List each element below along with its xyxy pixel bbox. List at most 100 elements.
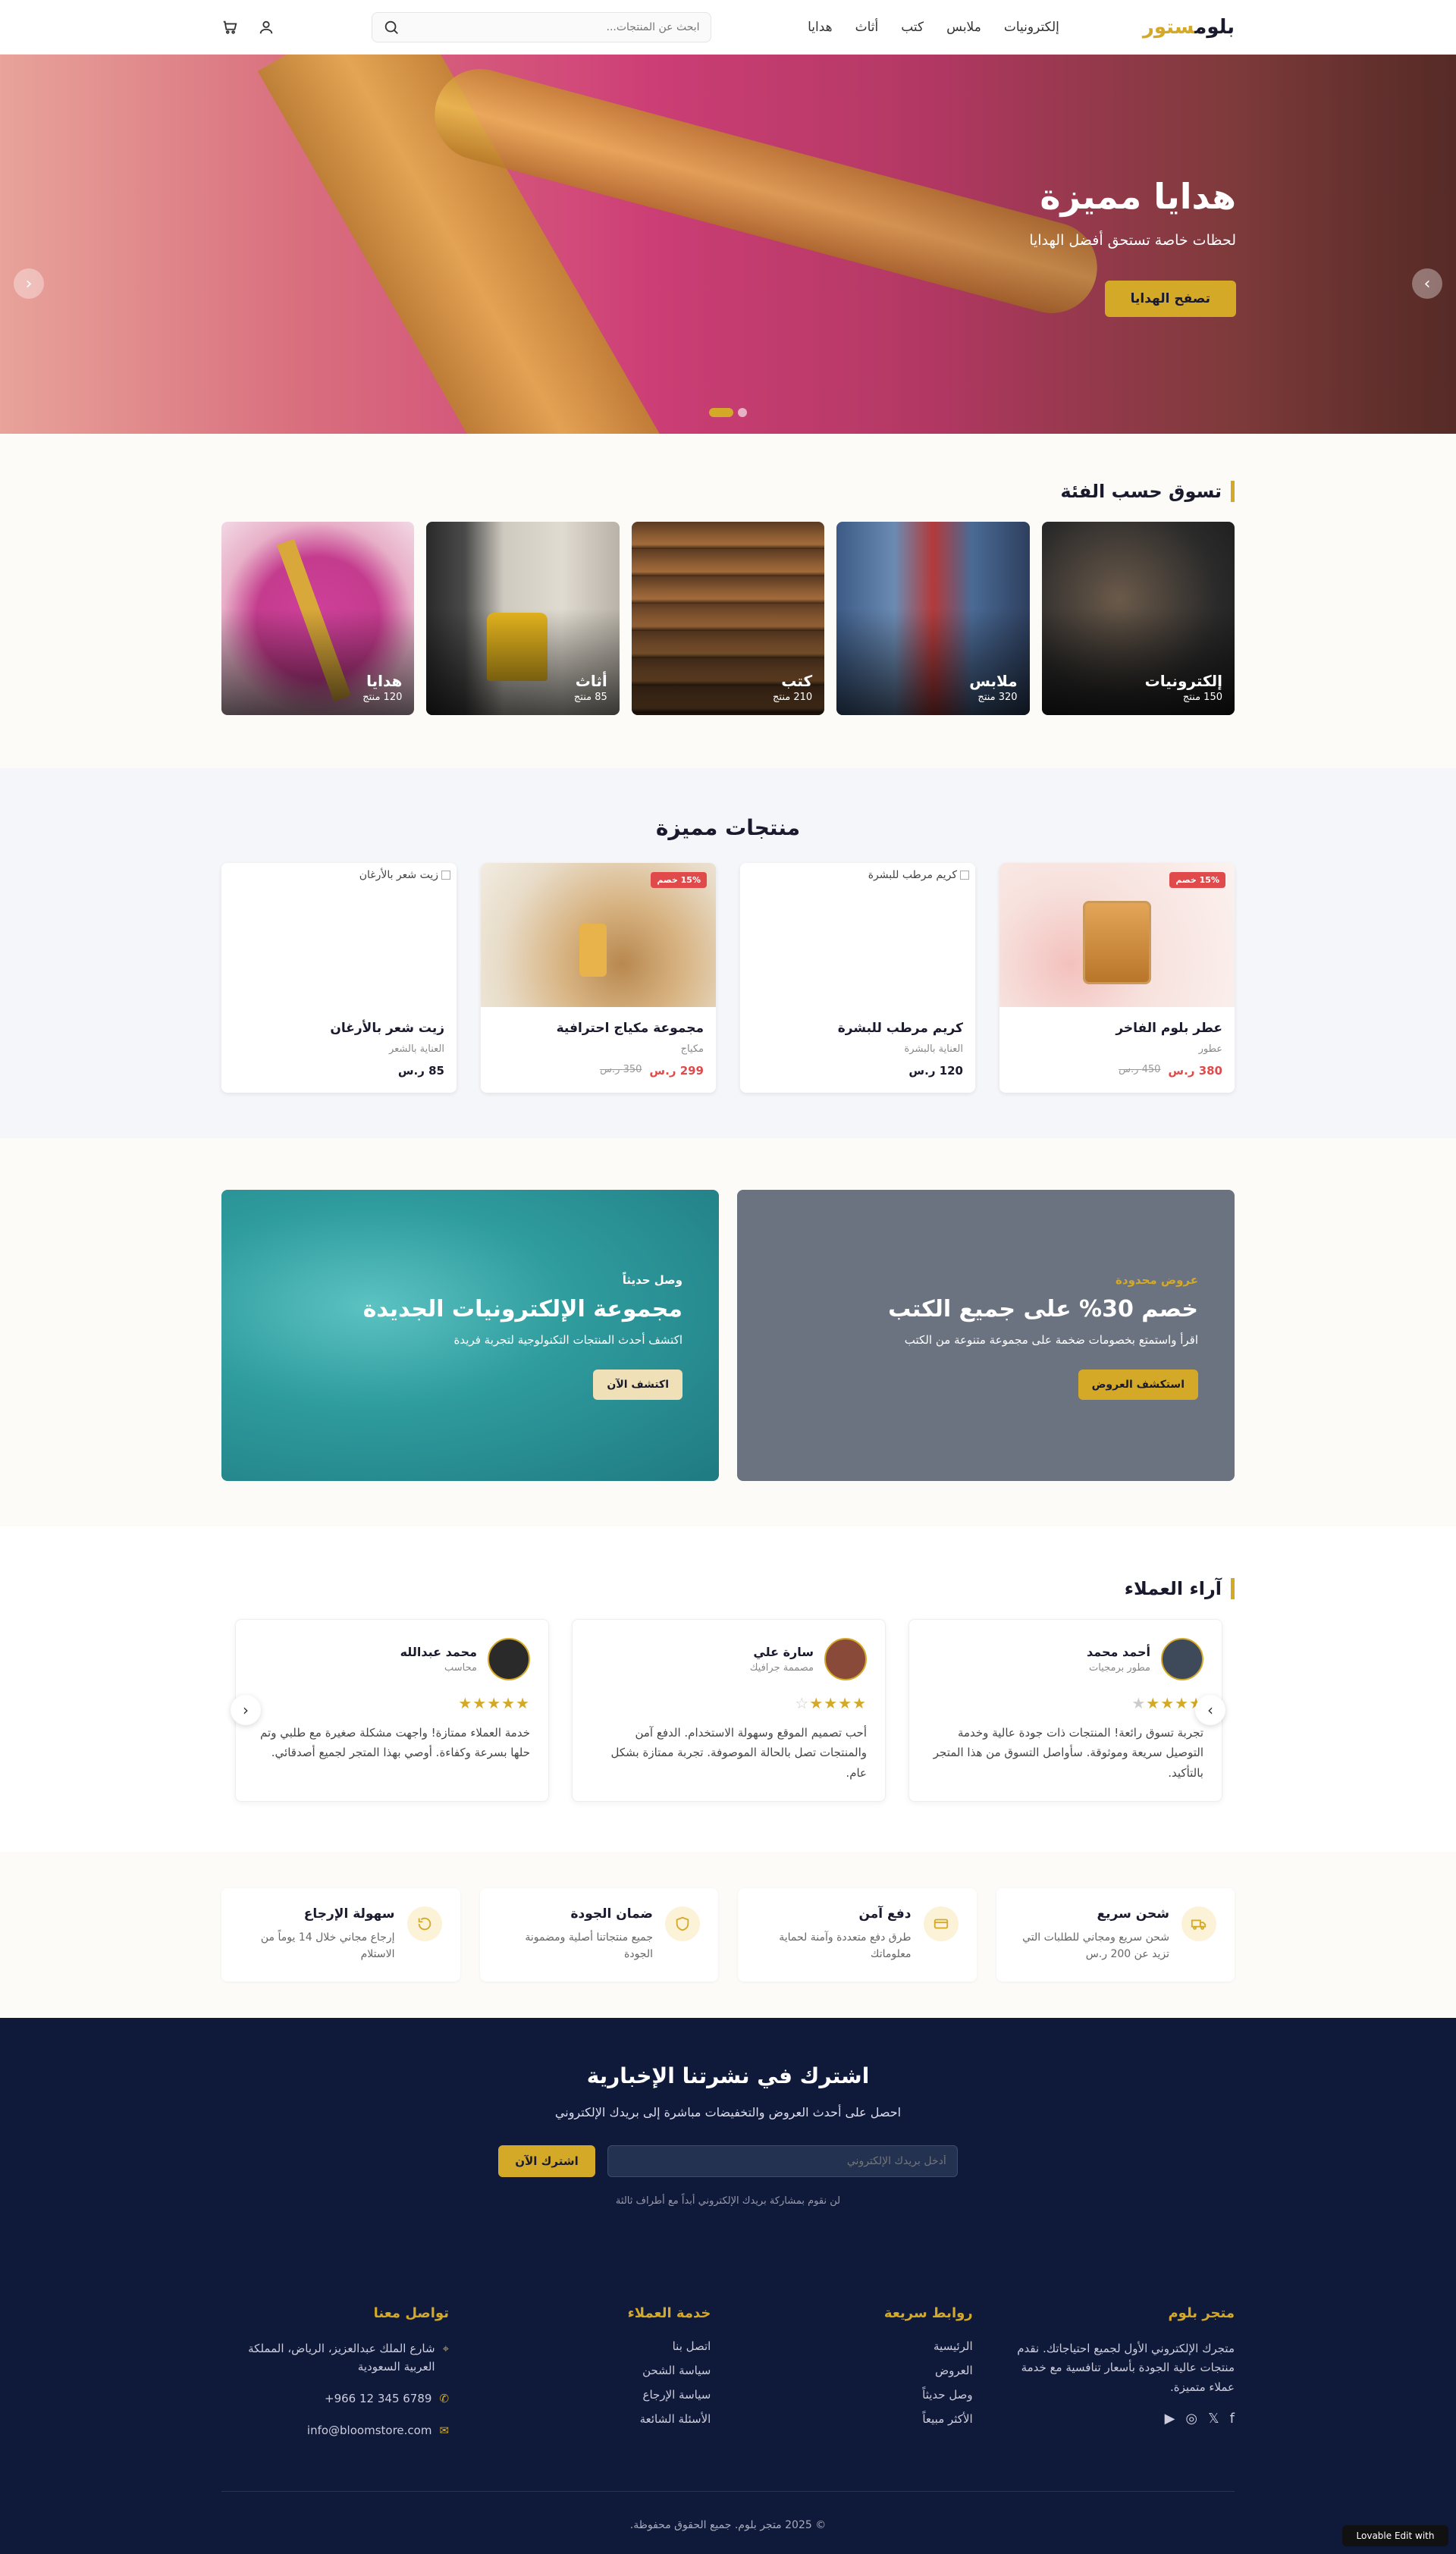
review-text: خدمة العملاء ممتازة! واجهت مشكلة صغيرة م… — [260, 1726, 530, 1760]
featured-products-section: منتجات مميزة 15% خصم عطر بلوم الفاخر عطو… — [0, 768, 1456, 1138]
footer-about: متجر بلوم متجرك الإلكتروني الأول لجميع ا… — [1007, 2305, 1235, 2453]
slide-dot-active[interactable] — [709, 408, 733, 417]
hero-content: هدايا مميزة لحظات خاصة تستحق أفضل الهداي… — [1029, 176, 1236, 317]
testimonial-card: سارة علي مصممة جرافيك ★★★★☆ أحب تصميم الم… — [572, 1619, 886, 1802]
card-icon — [923, 1906, 959, 1941]
site-logo[interactable]: بلومستور — [1143, 16, 1235, 39]
promo-electronics: وصل حديثاً مجموعة الإلكترونيات الجديدة ا… — [221, 1190, 719, 1481]
review-text: تجربة تسوق رائعة! المنتجات ذات جودة عالي… — [933, 1726, 1203, 1780]
product-category: مكياج — [680, 1043, 704, 1055]
testimonial-card: محمد عبدالله محاسب ★★★★★ خدمة العملاء ممت… — [235, 1619, 549, 1802]
category-card-gifts[interactable]: هدايا 120 منتج — [221, 522, 415, 715]
truck-icon — [1181, 1906, 1216, 1941]
promo-eyebrow: عروض محدودة — [1116, 1273, 1198, 1287]
feature-title: شحن سريع — [1097, 1906, 1169, 1922]
feature-card: سهولة الإرجاع إرجاع مجاني خلال 14 يوماً م… — [221, 1887, 460, 1981]
newsletter-subtitle: احصل على أحدث العروض والتخفيضات مباشرة إ… — [554, 2104, 902, 2119]
avatar — [488, 1638, 530, 1680]
footer-link-returns[interactable]: سياسة الإرجاع — [483, 2388, 711, 2402]
explore-offers-button[interactable]: استكشف العروض — [1078, 1370, 1198, 1400]
product-grid: 15% خصم عطر بلوم الفاخر عطور 380 ر.س 450 … — [221, 863, 1235, 1093]
promo-subtitle: اقرأ واستمتع بخصومات ضخمة على مجموعة متن… — [904, 1333, 1198, 1347]
email-field[interactable] — [607, 2145, 958, 2177]
feature-text: شحن سريع ومجاني للطلبات التي تزيد عن 200… — [1022, 1931, 1169, 1961]
nav-electronics[interactable]: إلكترونيات — [1004, 20, 1059, 35]
promo-eyebrow: وصل حديثاً — [622, 1273, 682, 1287]
prev-slide-button[interactable]: ‹ — [14, 268, 44, 299]
product-name[interactable]: عطر بلوم الفاخر — [1012, 1021, 1222, 1036]
product-card[interactable]: زيت شعر بالأرغان زيت شعر بالأرغان العناي… — [221, 863, 457, 1093]
cart-icon[interactable] — [221, 19, 238, 36]
footer-phone[interactable]: +966 12 345 6789 — [325, 2389, 431, 2408]
feature-title: دفع آمن — [858, 1906, 912, 1922]
footer-link-faq[interactable]: الأسئلة الشائعة — [483, 2412, 711, 2426]
social-links: f 𝕏 ◎ ▶ — [1007, 2411, 1235, 2427]
feature-card: دفع آمن طرق دفع متعددة وآمنة لحماية معلوم… — [738, 1887, 977, 1981]
product-name[interactable]: زيت شعر بالأرغان — [234, 1021, 444, 1036]
category-card-furniture[interactable]: أثاث 85 منتج — [426, 522, 620, 715]
product-card[interactable]: 15% خصم عطر بلوم الفاخر عطور 380 ر.س 450 … — [999, 863, 1235, 1093]
footer-link-new[interactable]: وصل حديثاً — [745, 2388, 973, 2402]
footer-link-bestsellers[interactable]: الأكثر مبيعاً — [745, 2412, 972, 2426]
category-card-electronics[interactable]: إلكترونيات 150 منتج — [1041, 522, 1235, 715]
subscribe-button[interactable]: اشترك الآن — [498, 2145, 595, 2177]
edit-with-lovable-badge[interactable]: Lovable Edit with — [1342, 2525, 1448, 2546]
category-name: أثاث — [575, 672, 607, 690]
promo-title: خصم 30% على جميع الكتب — [888, 1296, 1198, 1322]
category-name: إلكترونيات — [1144, 672, 1222, 690]
categories-section: تسوق حسب الفئة إلكترونيات 150 منتج ملابس 3… — [0, 434, 1456, 768]
product-card[interactable]: كريم مرطب للبشرة كريم مرطب للبشرة العناي… — [740, 863, 975, 1093]
footer-link-contact[interactable]: اتصل بنا — [483, 2339, 711, 2353]
nav-books[interactable]: كتب — [901, 20, 924, 35]
product-name[interactable]: كريم مرطب للبشرة — [752, 1021, 963, 1036]
product-image: 15% خصم — [481, 863, 716, 1007]
search-input[interactable] — [406, 21, 700, 33]
broken-image-icon — [441, 871, 450, 880]
chevron-left-icon: ‹ — [25, 274, 33, 293]
category-name: كتب — [781, 672, 813, 690]
footer-email[interactable]: info@bloomstore.com — [307, 2421, 432, 2439]
discount-badge: 15% خصم — [1169, 872, 1225, 888]
footer-title: متجر بلوم — [1168, 2305, 1235, 2321]
footer-about-text: متجرك الإلكتروني الأول لجميع احتياجاتك. … — [1017, 2341, 1235, 2394]
browse-gifts-button[interactable]: تصفح الهدايا — [1104, 281, 1236, 317]
slide-dot[interactable] — [738, 408, 747, 417]
nav-clothing[interactable]: ملابس — [946, 20, 981, 35]
product-name[interactable]: مجموعة مكياج احترافية — [493, 1021, 704, 1036]
footer-contact: تواصل معنا ⌖ شارع الملك عبدالعزيز، الرياض… — [221, 2305, 449, 2453]
discover-now-button[interactable]: اكتشف الآن — [593, 1370, 682, 1400]
mail-icon: ✉ — [439, 2423, 450, 2437]
category-card-books[interactable]: كتب 210 منتج — [631, 522, 825, 715]
footer-link-home[interactable]: الرئيسية — [745, 2339, 973, 2353]
newsletter-form: اشترك الآن — [0, 2145, 1456, 2177]
promo-subtitle: اكتشف أحدث المنتجات التكنولوجية لتجربة ف… — [453, 1333, 682, 1347]
footer-link-shipping[interactable]: سياسة الشحن — [483, 2364, 711, 2377]
product-image: 15% خصم — [999, 863, 1235, 1007]
review-text: أحب تصميم الموقع وسهولة الاستخدام. الدفع… — [610, 1726, 868, 1780]
nav-furniture[interactable]: أثاث — [855, 20, 879, 35]
facebook-icon[interactable]: f — [1230, 2411, 1235, 2427]
product-card[interactable]: 15% خصم مجموعة مكياج احترافية مكياج 299 … — [481, 863, 716, 1093]
category-count: 85 منتج — [573, 692, 607, 703]
category-count: 210 منتج — [773, 692, 813, 703]
category-grid: إلكترونيات 150 منتج ملابس 320 منتج كتب 210 … — [221, 522, 1235, 715]
footer-address: شارع الملك عبدالعزيز، الرياض، المملكة ال… — [248, 2341, 435, 2374]
product-image: زيت شعر بالأرغان — [221, 863, 457, 1007]
user-icon[interactable] — [258, 19, 275, 36]
twitter-icon[interactable]: 𝕏 — [1208, 2411, 1219, 2427]
instagram-icon[interactable]: ◎ — [1185, 2411, 1197, 2427]
search-icon[interactable] — [383, 19, 400, 36]
return-icon — [406, 1906, 442, 1941]
footer-link-offers[interactable]: العروض — [745, 2364, 973, 2377]
nav-gifts[interactable]: هدايا — [808, 20, 833, 35]
youtube-icon[interactable]: ▶ — [1165, 2411, 1175, 2427]
promo-books: عروض محدودة خصم 30% على جميع الكتب اقرأ … — [737, 1190, 1235, 1481]
rating-stars: ★★★★★ — [1131, 1694, 1203, 1712]
product-category: عطور — [1198, 1043, 1222, 1055]
broken-image: كريم مرطب للبشرة — [868, 869, 969, 881]
location-icon: ⌖ — [442, 2341, 450, 2355]
main-nav: إلكترونيات ملابس كتب أثاث هدايا — [808, 20, 1059, 35]
category-card-clothing[interactable]: ملابس 320 منتج — [836, 522, 1030, 715]
promo-banners: عروض محدودة خصم 30% على جميع الكتب اقرأ … — [0, 1138, 1456, 1526]
next-slide-button[interactable]: › — [1412, 268, 1442, 299]
